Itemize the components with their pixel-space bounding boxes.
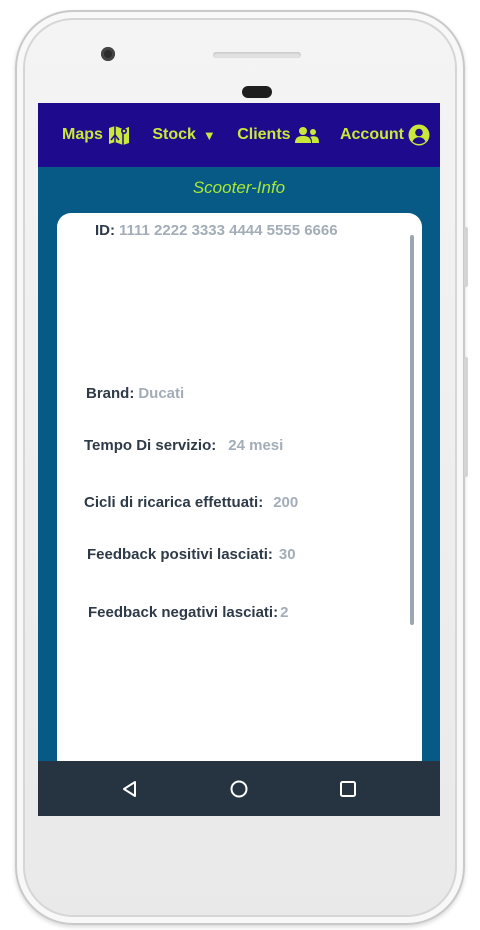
id-label: ID: xyxy=(95,222,115,239)
power-button xyxy=(464,227,468,287)
front-camera xyxy=(101,47,115,61)
user-circle-icon xyxy=(408,124,430,146)
positive-feedback-label: Feedback positivi lasciati: xyxy=(87,546,273,563)
top-speaker xyxy=(213,52,301,58)
charge-cycles-row: Cicli di ricarica effettuati: 200 xyxy=(84,494,298,511)
home-button[interactable] xyxy=(219,769,259,809)
top-navbar: Maps Stock ▼ Clients Account xyxy=(38,103,440,167)
negative-feedback-label: Feedback negativi lasciati: xyxy=(88,604,279,621)
volume-button xyxy=(464,357,468,477)
nav-clients[interactable]: Clients xyxy=(237,126,319,144)
nav-stock[interactable]: Stock ▼ xyxy=(152,126,215,144)
scrollbar[interactable] xyxy=(410,235,414,625)
negative-feedback-row: Feedback negativi lasciati: 2 xyxy=(88,604,288,621)
nav-account[interactable]: Account xyxy=(340,124,430,146)
back-button[interactable] xyxy=(110,769,150,809)
service-time-row: Tempo Di servizio: 24 mesi xyxy=(84,437,283,454)
nav-account-label: Account xyxy=(339,126,404,143)
caret-down-icon: ▼ xyxy=(202,127,216,143)
id-row: ID: 1111 2222 3333 4444 5555 6666 xyxy=(95,222,338,239)
circle-home-icon xyxy=(230,780,248,797)
brand-row: Brand: Ducati xyxy=(86,385,184,402)
users-icon xyxy=(294,126,319,144)
map-icon xyxy=(107,124,131,146)
recents-button[interactable] xyxy=(328,769,368,809)
id-value: 1111 2222 3333 4444 5555 6666 xyxy=(119,222,338,239)
positive-feedback-row: Feedback positivi lasciati: 30 xyxy=(87,546,296,563)
square-recents-icon xyxy=(339,780,356,797)
app-screen: Maps Stock ▼ Clients Account Scooter-Inf… xyxy=(38,103,440,816)
scooter-info-card: ID: 1111 2222 3333 4444 5555 6666 Brand: D… xyxy=(57,213,422,773)
system-nav-bar xyxy=(38,761,440,816)
charge-cycles-value: 200 xyxy=(273,494,299,511)
brand-value: Ducati xyxy=(138,385,185,402)
charge-cycles-label: Cicli di ricarica effettuati: xyxy=(84,494,264,511)
nav-clients-label: Clients xyxy=(237,126,291,143)
triangle-back-icon xyxy=(123,780,137,797)
negative-feedback-value: 2 xyxy=(280,604,289,621)
service-time-label: Tempo Di servizio: xyxy=(84,437,217,454)
earpiece xyxy=(242,86,272,98)
positive-feedback-value: 30 xyxy=(278,546,296,563)
page-title: Scooter-Info xyxy=(192,178,286,197)
nav-maps[interactable]: Maps xyxy=(62,124,131,146)
nav-maps-label: Maps xyxy=(62,126,103,143)
service-time-value: 24 mesi xyxy=(228,437,284,454)
brand-label: Brand: xyxy=(86,385,135,402)
nav-stock-label: Stock xyxy=(152,126,196,143)
